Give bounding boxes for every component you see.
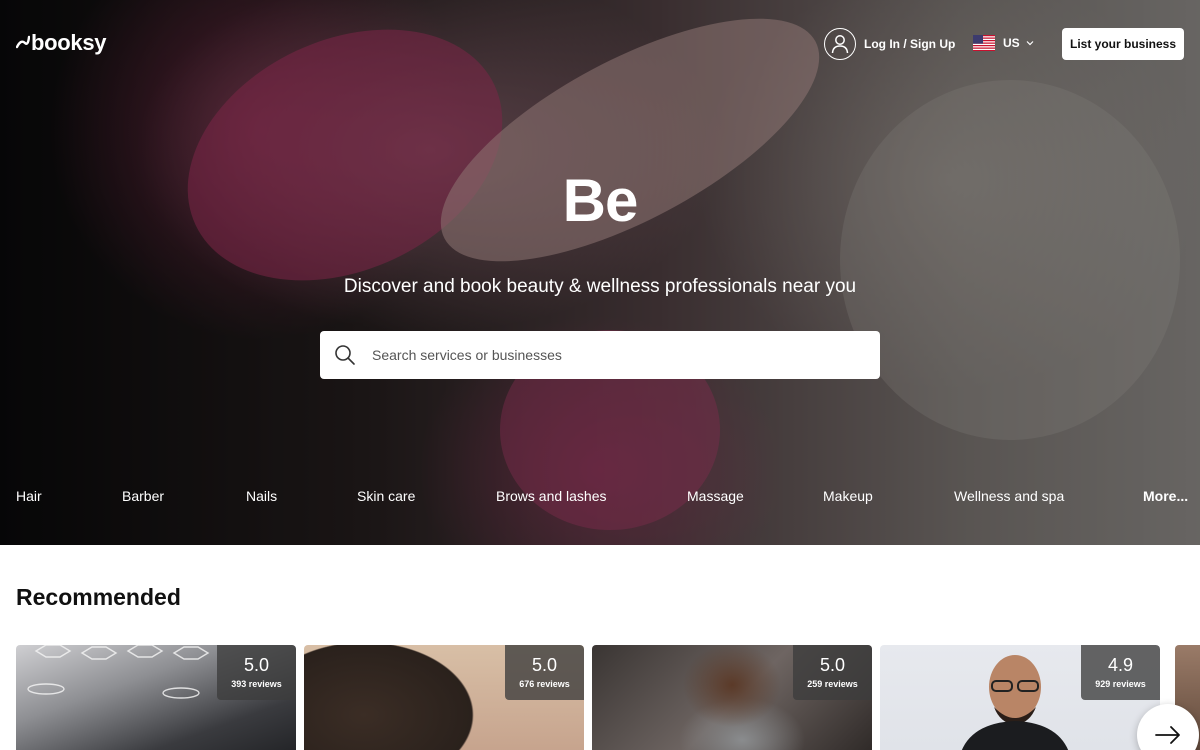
category-more[interactable]: More...	[1143, 488, 1188, 504]
hero-section: booksy Log In / Sign Up US List your bus…	[0, 0, 1200, 545]
recommended-card[interactable]: 4.9 929 reviews	[880, 645, 1160, 750]
search-icon	[335, 345, 355, 365]
search-bar[interactable]	[320, 331, 880, 379]
rating-badge: 5.0 676 reviews	[505, 645, 584, 700]
logo-swoosh-icon	[16, 35, 30, 49]
review-count: 259 reviews	[807, 679, 858, 689]
logo-text: booksy	[31, 30, 107, 55]
recommended-card[interactable]: 5.0 676 reviews	[304, 645, 584, 750]
login-signup-button[interactable]: Log In / Sign Up	[824, 28, 955, 60]
us-flag-icon	[973, 35, 995, 51]
ceiling-lights-icon	[27, 645, 210, 699]
rating-badge: 5.0 393 reviews	[217, 645, 296, 700]
booksy-logo[interactable]: booksy	[16, 30, 107, 55]
rating-badge: 5.0 259 reviews	[793, 645, 872, 700]
rating-score: 5.0	[243, 655, 270, 675]
category-hair[interactable]: Hair	[16, 488, 42, 504]
category-nails[interactable]: Nails	[246, 488, 277, 504]
search-input[interactable]	[372, 347, 852, 363]
recommended-heading: Recommended	[16, 584, 181, 610]
hero-subtitle: Discover and book beauty & wellness prof…	[343, 276, 857, 297]
arrow-right-icon	[1155, 726, 1180, 744]
user-icon	[824, 28, 856, 60]
rating-score: 5.0	[819, 655, 846, 675]
chevron-down-icon	[1026, 41, 1034, 46]
category-wellness-and-spa[interactable]: Wellness and spa	[954, 488, 1064, 504]
locale-label: US	[1003, 36, 1020, 50]
rating-badge: 4.9 929 reviews	[1081, 645, 1160, 700]
category-brows-and-lashes[interactable]: Brows and lashes	[496, 488, 607, 504]
review-count: 929 reviews	[1095, 679, 1146, 689]
recommended-card[interactable]: 5.0 393 reviews	[16, 645, 296, 750]
hero-title: Be	[562, 167, 639, 234]
rating-score: 5.0	[531, 655, 558, 675]
hero-overlay	[0, 0, 1200, 545]
review-count: 676 reviews	[519, 679, 570, 689]
locale-selector[interactable]: US	[973, 35, 1034, 51]
list-your-business-button[interactable]: List your business	[1062, 28, 1184, 60]
category-makeup[interactable]: Makeup	[823, 488, 873, 504]
rating-score: 4.9	[1107, 655, 1134, 675]
category-skin-care[interactable]: Skin care	[357, 488, 415, 504]
login-label: Log In / Sign Up	[864, 37, 956, 51]
recommended-card[interactable]: 5.0 259 reviews	[592, 645, 872, 750]
review-count: 393 reviews	[231, 679, 282, 689]
category-massage[interactable]: Massage	[687, 488, 744, 504]
category-barber[interactable]: Barber	[122, 488, 164, 504]
